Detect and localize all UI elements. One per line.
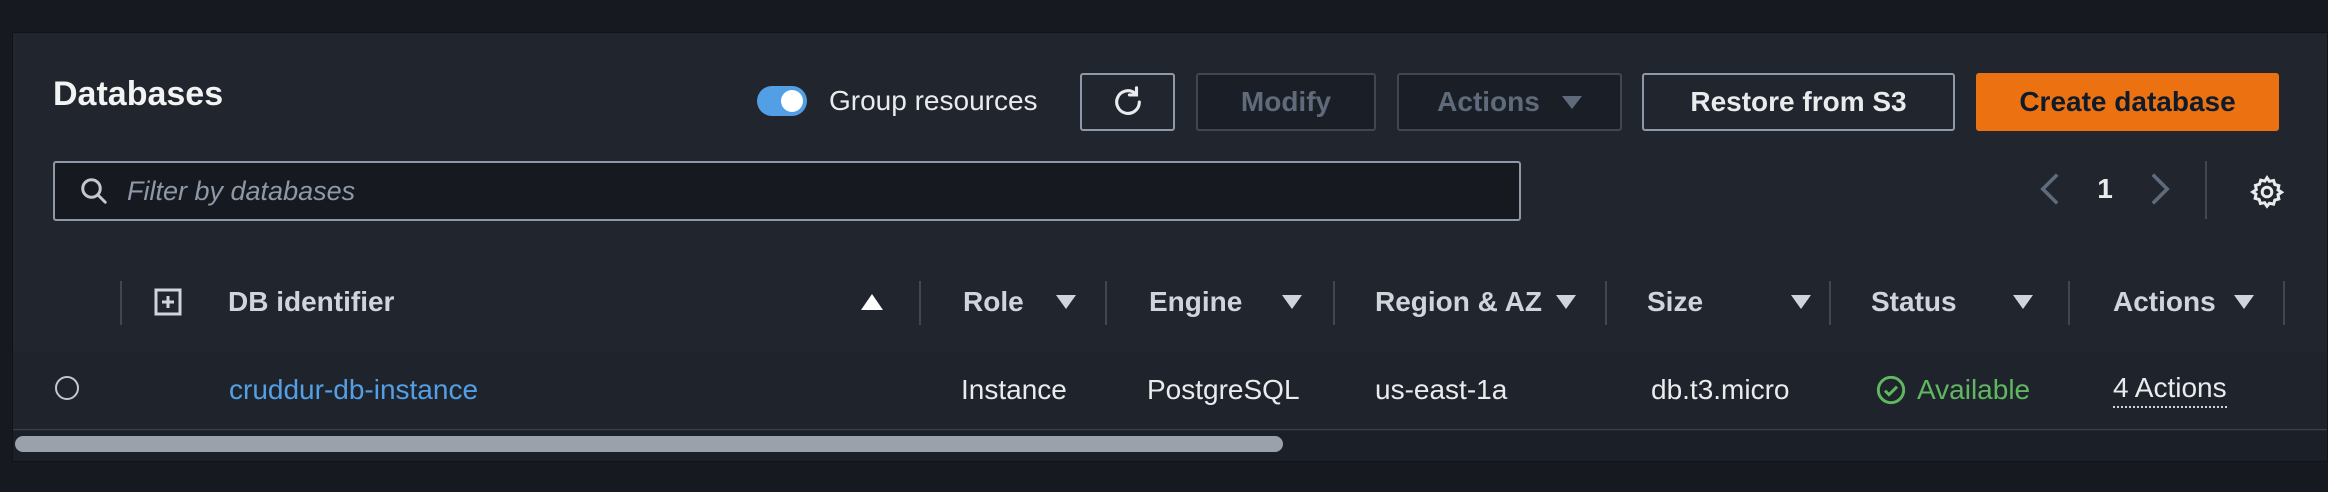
sort-ascending-indicator (861, 294, 883, 310)
refresh-icon (1114, 86, 1141, 115)
chevron-left-icon (2040, 173, 2059, 205)
search-input[interactable] (125, 174, 1479, 208)
column-size-label: Size (1647, 286, 1704, 317)
horizontal-scrollbar[interactable] (13, 431, 2327, 461)
next-page-button[interactable] (2145, 169, 2175, 209)
prev-page-button[interactable] (2035, 169, 2065, 209)
caret-down-icon (1561, 95, 1582, 109)
column-separator (2283, 281, 2285, 325)
column-separator (120, 281, 122, 325)
sort-down-icon (1555, 295, 1576, 309)
status-text: Available (1917, 374, 2031, 405)
refresh-button[interactable] (1080, 73, 1175, 131)
panel-header: Databases Group resources Modify Actions… (13, 33, 2327, 254)
group-resources-toggle[interactable]: Group resources (757, 85, 1038, 117)
column-separator (1605, 281, 1607, 325)
chevron-right-icon (2151, 173, 2170, 205)
scrollbar-thumb[interactable] (15, 436, 1283, 452)
column-region-az[interactable]: Region & AZ (1375, 253, 1576, 351)
column-engine[interactable]: Engine (1149, 253, 1303, 351)
sort-down-icon (1282, 295, 1303, 309)
column-size[interactable]: Size (1647, 253, 1812, 351)
column-engine-label: Engine (1149, 286, 1243, 317)
cell-role: Instance (961, 374, 1067, 405)
table-header: DB identifier Role Engine Region & AZ Si… (13, 253, 2327, 352)
cell-status: Available (1875, 351, 2030, 429)
restore-from-s3-button[interactable]: Restore from S3 (1642, 73, 1955, 131)
column-status-label: Status (1871, 286, 1957, 317)
column-separator (1105, 281, 1107, 325)
column-region-az-label: Region & AZ (1375, 286, 1542, 317)
column-role-label: Role (963, 286, 1024, 317)
row-actions-link[interactable]: 4 Actions (2113, 372, 2227, 408)
expand-icon (154, 288, 182, 316)
cell-region-az: us-east-1a (1375, 374, 1508, 405)
column-db-identifier[interactable]: DB identifier (228, 253, 394, 351)
sort-down-icon (1055, 295, 1076, 309)
column-status[interactable]: Status (1871, 253, 2033, 351)
modify-button[interactable]: Modify (1196, 73, 1376, 131)
sort-up-icon[interactable] (861, 253, 883, 351)
cell-actions[interactable]: 4 Actions (2113, 351, 2227, 429)
column-separator (1829, 281, 1831, 325)
actions-button[interactable]: Actions (1397, 73, 1622, 131)
table-row: cruddur-db-instance Instance PostgreSQL … (13, 351, 2327, 430)
column-actions[interactable]: Actions (2113, 253, 2254, 351)
toggle-label: Group resources (829, 85, 1038, 116)
sort-down-icon (2233, 295, 2254, 309)
sort-down-icon (1791, 295, 1812, 309)
pager-divider (2205, 161, 2207, 219)
filter-search-box[interactable] (53, 161, 1521, 221)
db-identifier-link[interactable]: cruddur-db-instance (229, 351, 478, 429)
column-role[interactable]: Role (963, 253, 1076, 351)
column-separator (1333, 281, 1335, 325)
row-select-radio[interactable] (55, 376, 79, 400)
column-actions-label: Actions (2113, 286, 2216, 317)
page-title: Databases (53, 75, 224, 113)
databases-panel: Databases Group resources Modify Actions… (12, 32, 2328, 462)
search-icon (81, 178, 107, 204)
create-database-button[interactable]: Create database (1976, 73, 2279, 131)
pagination: 1 (2035, 169, 2175, 209)
toggle-knob (781, 90, 803, 112)
cell-size: db.t3.micro (1651, 374, 1790, 405)
column-separator (2068, 281, 2070, 325)
cell-engine: PostgreSQL (1147, 374, 1300, 405)
current-page[interactable]: 1 (2065, 173, 2145, 205)
sort-down-icon (2012, 295, 2033, 309)
check-circle-icon (1876, 375, 1906, 405)
expand-all-button[interactable] (153, 253, 183, 351)
column-separator (919, 281, 921, 325)
actions-button-label: Actions (1437, 86, 1540, 117)
toggle-switch[interactable] (757, 86, 807, 116)
gear-icon[interactable] (2249, 174, 2285, 210)
